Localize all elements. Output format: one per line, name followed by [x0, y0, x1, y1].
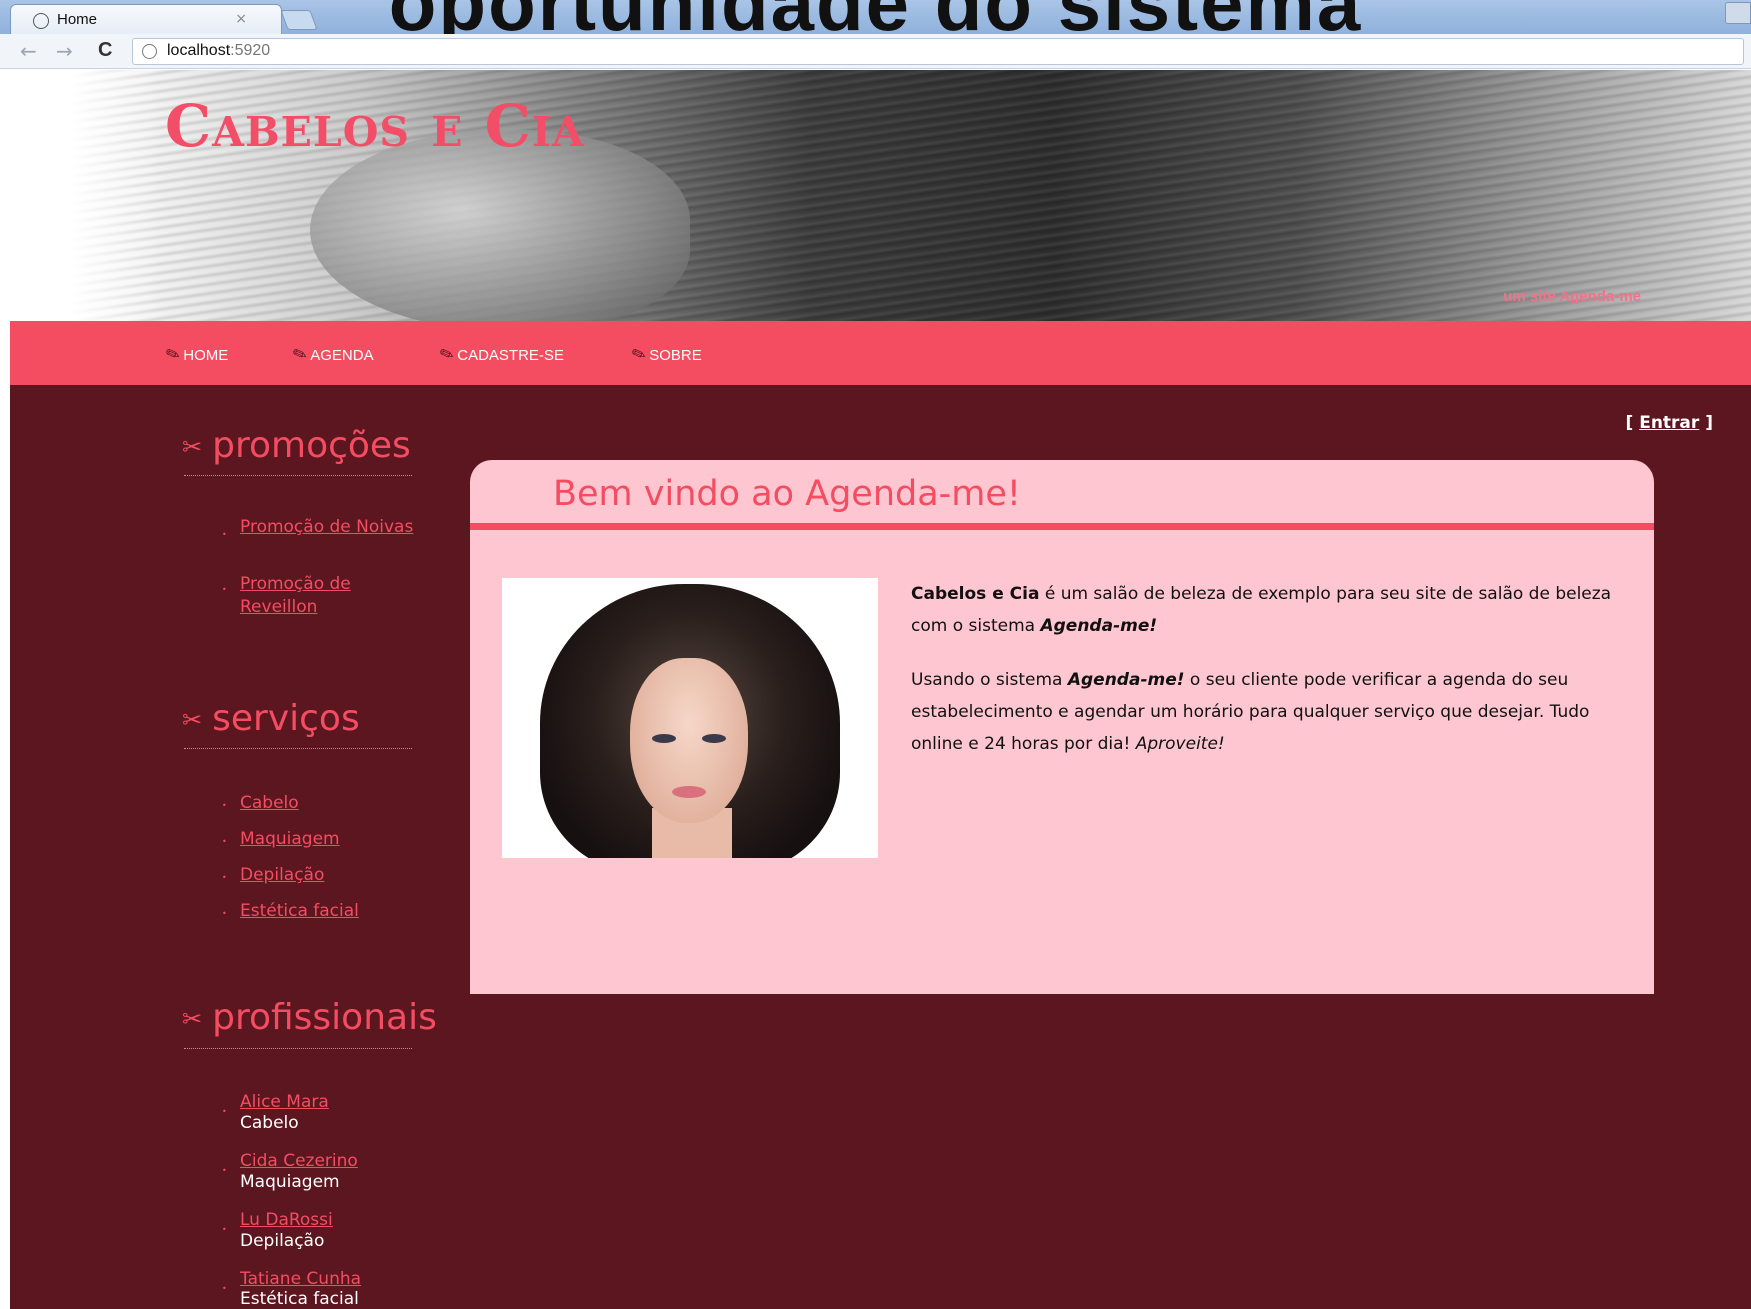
menu-agenda[interactable]: ✎AGENDA — [290, 343, 374, 366]
professional-role: Estética facial — [240, 1289, 359, 1309]
menu-sobre[interactable]: ✎SOBRE — [629, 343, 702, 366]
url-text: localhost:5920 — [167, 42, 271, 59]
site-info-icon[interactable] — [142, 44, 157, 59]
professional-link-lu-darossi[interactable]: Lu DaRossi — [240, 1209, 333, 1232]
reload-icon[interactable]: C — [98, 39, 112, 62]
professional-role: Depilação — [240, 1231, 325, 1251]
scissors-icon: ✂ — [182, 1005, 203, 1033]
window-minimize-button[interactable] — [1725, 2, 1751, 24]
divider — [184, 748, 412, 749]
service-link-estetica-facial[interactable]: Estética facial — [240, 900, 359, 923]
professional-link-tatiane-cunha[interactable]: Tatiane Cunha — [240, 1268, 361, 1291]
menu-home[interactable]: ✎HOME — [163, 343, 228, 366]
professional-link-alice-mara[interactable]: Alice Mara — [240, 1091, 329, 1114]
pin-icon: ✎ — [163, 343, 183, 366]
site-brand[interactable]: Cabelos e Cia — [165, 92, 585, 160]
model-photo — [502, 578, 878, 858]
divider — [184, 1048, 412, 1049]
professional-role: Maquiagem — [240, 1172, 340, 1192]
welcome-title: Bem vindo ao Agenda-me! — [553, 474, 1021, 514]
service-link-cabelo[interactable]: Cabelo — [240, 792, 299, 815]
pin-icon: ✎ — [290, 343, 310, 366]
site-tagline: um site Agenda-me — [1503, 288, 1641, 305]
login-link[interactable]: Entrar — [1639, 413, 1699, 433]
promo-link-reveillon[interactable]: Promoção de Reveillon — [240, 573, 420, 619]
header-banner: Cabelos e Cia um site Agenda-me — [10, 70, 1751, 321]
page: Cabelos e Cia um site Agenda-me ✎HOME ✎A… — [10, 70, 1751, 1309]
scissors-icon: ✂ — [182, 433, 203, 461]
divider — [184, 475, 412, 476]
service-link-maquiagem[interactable]: Maquiagem — [240, 828, 340, 851]
professional-role: Cabelo — [240, 1113, 299, 1133]
scissors-icon: ✂ — [182, 706, 203, 734]
login-link-area: [ Entrar ] — [1625, 413, 1714, 433]
menu-cadastre-se[interactable]: ✎CADASTRE-SE — [437, 343, 564, 366]
forward-arrow-icon[interactable]: → — [56, 39, 73, 63]
promocoes-heading: ✂ promoções — [182, 425, 411, 466]
intro-paragraph: Cabelos e Cia é um salão de beleza de ex… — [911, 584, 1612, 636]
pin-icon: ✎ — [629, 343, 649, 366]
promo-link-noivas[interactable]: Promoção de Noivas — [240, 516, 420, 539]
back-arrow-icon[interactable]: ← — [20, 39, 37, 63]
browser-tab-strip: Home × oportunidade do sistema — [0, 0, 1751, 47]
usage-paragraph: Usando o sistema Agenda-me! o seu client… — [911, 670, 1590, 754]
title-underline — [470, 523, 1654, 530]
welcome-panel: Bem vindo ao Agenda-me! Cabelos e Cia é … — [470, 460, 1654, 994]
main-menu: ✎HOME ✎AGENDA ✎CADASTRE-SE ✎SOBRE — [10, 321, 1751, 385]
welcome-text: Cabelos e Cia é um salão de beleza de ex… — [911, 578, 1621, 782]
profissionais-heading: ✂ profissionais — [182, 997, 437, 1038]
pin-icon: ✎ — [437, 343, 457, 366]
address-bar[interactable]: localhost:5920 — [132, 38, 1744, 65]
service-link-depilacao[interactable]: Depilação — [240, 864, 324, 887]
browser-toolbar: ← → C localhost:5920 — [0, 34, 1751, 69]
professional-link-cida-cezerino[interactable]: Cida Cezerino — [240, 1150, 358, 1173]
servicos-heading: ✂ serviços — [182, 698, 360, 739]
